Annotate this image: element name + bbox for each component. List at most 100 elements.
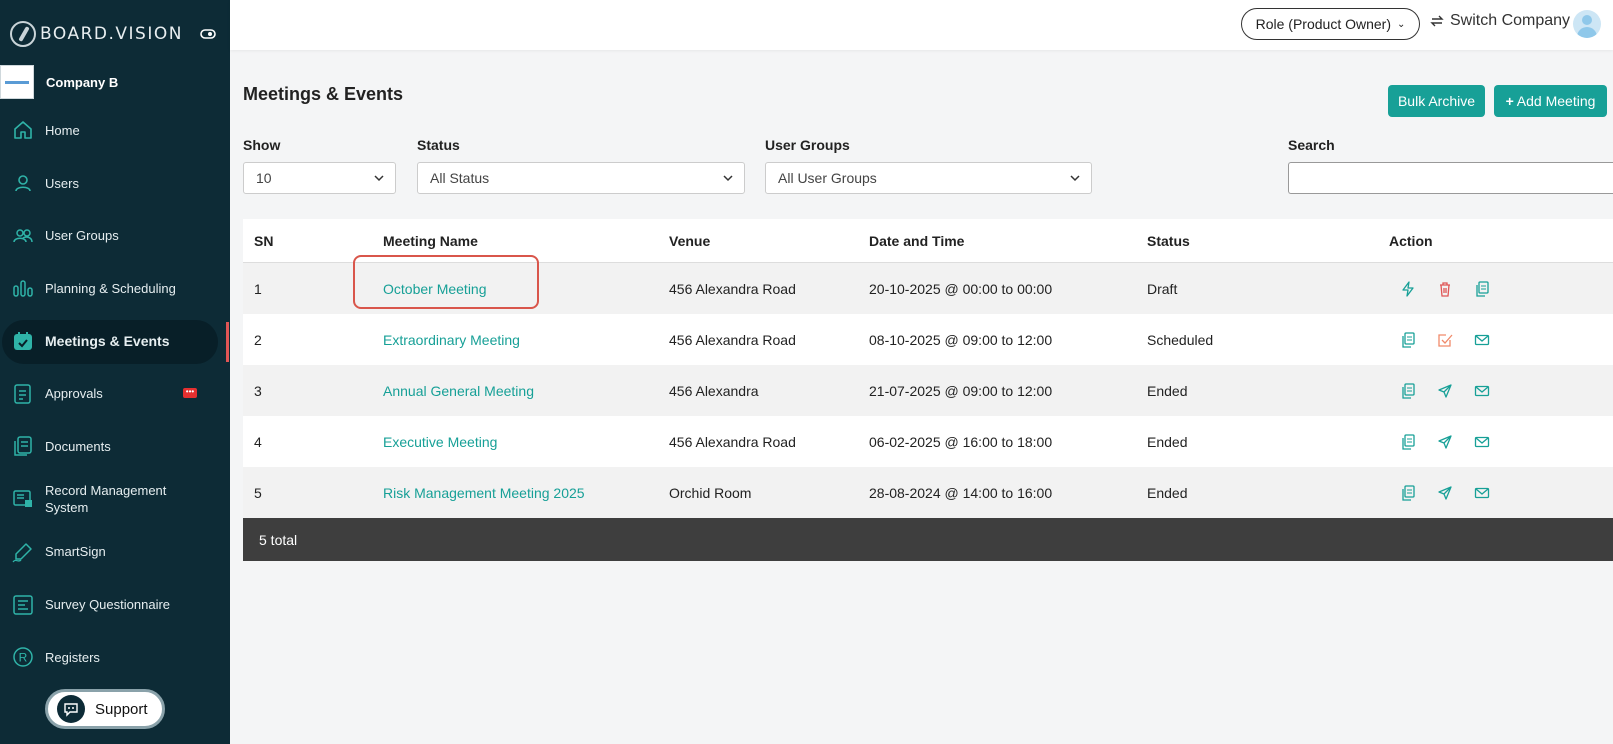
meeting-link[interactable]: Executive Meeting — [383, 434, 497, 450]
cell-sn: 2 — [254, 331, 262, 348]
sidebar-item-label: Record Management System — [45, 483, 167, 516]
status-select[interactable]: All Status — [417, 162, 745, 194]
sidebar-item-meetings[interactable]: Meetings & Events — [0, 315, 230, 368]
company-name: Company B — [46, 74, 119, 90]
switch-company-label: Switch Company — [1450, 12, 1571, 29]
cell-datetime: 20-10-2025 @ 00:00 to 00:00 — [869, 280, 1053, 297]
sidebar-item-survey[interactable]: Survey Questionnaire — [0, 578, 230, 631]
documents-icon — [14, 436, 32, 457]
user-groups-select[interactable]: All User Groups — [765, 162, 1092, 194]
copy-icon[interactable] — [1400, 484, 1416, 501]
copy-icon[interactable] — [1400, 331, 1416, 348]
sidebar-item-label: User Groups — [45, 228, 119, 244]
sidebar-item-users[interactable]: Users — [0, 157, 230, 210]
column-header[interactable]: Venue — [669, 233, 869, 249]
sidebar-item-user-groups[interactable]: User Groups — [0, 209, 230, 262]
table-header: SN Meeting Name Venue Date and Time Stat… — [243, 219, 1613, 263]
home-icon — [14, 121, 32, 140]
add-meeting-label: Add Meeting — [1516, 93, 1596, 109]
users-icon — [13, 228, 33, 242]
chevron-down-icon — [374, 175, 384, 182]
sidebar-item-documents[interactable]: Documents — [0, 420, 230, 473]
meeting-link[interactable]: Risk Management Meeting 2025 — [383, 485, 585, 501]
show-value: 10 — [256, 170, 272, 186]
brand[interactable]: BOARD.VISION — [10, 20, 183, 48]
cell-sn: 4 — [254, 433, 262, 450]
cell-actions — [1389, 484, 1613, 501]
cell-venue: 456 Alexandra Road — [669, 433, 796, 450]
cell-sn: 1 — [254, 280, 262, 297]
column-header[interactable]: Date and Time — [869, 233, 1147, 249]
registered-icon: R — [13, 647, 33, 667]
show-select[interactable]: 10 — [243, 162, 396, 194]
table-row: 4 Executive Meeting 456 Alexandra Road 0… — [243, 416, 1613, 467]
top-header: Role (Product Owner) ⌄ Switch Company — [230, 0, 1613, 50]
cell-venue: 456 Alexandra — [669, 382, 759, 399]
sidebar-item-label: Documents — [45, 438, 111, 454]
trash-icon[interactable] — [1437, 281, 1453, 297]
mail-icon[interactable] — [1474, 434, 1490, 450]
table-row: 5 Risk Management Meeting 2025 Orchid Ro… — [243, 467, 1613, 518]
cell-venue: Orchid Room — [669, 484, 752, 501]
sidebar-item-label: Planning & Scheduling — [45, 280, 176, 296]
switch-arrows-icon — [1430, 15, 1444, 27]
sidebar-item-smartsign[interactable]: SmartSign — [0, 526, 230, 579]
role-label: Role (Product Owner) — [1255, 16, 1391, 32]
cell-actions — [1389, 331, 1613, 348]
meeting-link[interactable]: October Meeting — [383, 281, 487, 297]
sidebar-item-record-management[interactable]: Record Management System — [0, 473, 230, 526]
brand-logo-icon — [10, 21, 36, 47]
meetings-table: SN Meeting Name Venue Date and Time Stat… — [243, 219, 1613, 561]
sidebar-item-home[interactable]: Home — [0, 104, 230, 157]
checkbox-edit-icon[interactable] — [1437, 332, 1453, 348]
sidebar-item-label: SmartSign — [45, 544, 106, 560]
column-header[interactable]: Status — [1147, 233, 1389, 249]
sidebar-item-label: Meetings & Events — [45, 332, 170, 349]
switch-company-button[interactable]: Switch Company — [1430, 12, 1570, 30]
chat-icon — [57, 695, 85, 723]
sidebar-item-registers[interactable]: R Registers — [0, 631, 230, 684]
column-header[interactable]: Meeting Name — [383, 233, 669, 249]
copy-icon[interactable] — [1400, 433, 1416, 450]
send-icon[interactable] — [1437, 434, 1453, 450]
send-icon[interactable] — [1437, 383, 1453, 399]
chart-bars-icon — [13, 280, 33, 298]
cell-datetime: 28-08-2024 @ 14:00 to 16:00 — [869, 484, 1053, 501]
page-title: Meetings & Events — [243, 84, 404, 104]
pen-sign-icon — [12, 543, 32, 563]
cell-name: October Meeting — [353, 254, 669, 309]
meeting-link[interactable]: Extraordinary Meeting — [383, 332, 520, 348]
copy-icon[interactable] — [1474, 280, 1490, 297]
sidebar-item-planning[interactable]: Planning & Scheduling — [0, 262, 230, 315]
support-button[interactable]: Support — [45, 689, 165, 729]
mail-icon[interactable] — [1474, 383, 1490, 399]
bulk-archive-button[interactable]: Bulk Archive — [1388, 85, 1485, 117]
send-icon[interactable] — [1437, 485, 1453, 501]
user-groups-value: All User Groups — [778, 170, 877, 186]
copy-icon[interactable] — [1400, 382, 1416, 399]
avatar[interactable] — [1573, 10, 1601, 38]
column-header[interactable]: SN — [243, 233, 383, 249]
lightning-icon[interactable] — [1400, 280, 1416, 297]
cell-status: Scheduled — [1147, 331, 1214, 348]
mail-icon[interactable] — [1474, 332, 1490, 348]
chevron-down-icon — [1070, 175, 1080, 182]
sidebar-toggle-icon[interactable] — [200, 26, 216, 42]
search-label: Search — [1288, 137, 1335, 153]
cell-actions — [1389, 280, 1613, 297]
meeting-link[interactable]: Annual General Meeting — [383, 383, 534, 399]
add-meeting-button[interactable]: + Add Meeting — [1494, 85, 1607, 117]
sidebar-item-label: Registers — [45, 649, 100, 665]
sidebar-item-label: Survey Questionnaire — [45, 597, 171, 613]
sidebar-item-label: Home — [45, 122, 80, 138]
search-input[interactable] — [1288, 162, 1613, 194]
company-selector[interactable]: Company B — [0, 64, 230, 100]
cell-status: Ended — [1147, 484, 1188, 501]
chevron-down-icon: ⌄ — [1397, 18, 1406, 30]
show-label: Show — [243, 137, 281, 153]
role-dropdown[interactable]: Role (Product Owner) ⌄ — [1241, 8, 1420, 40]
survey-icon — [13, 594, 33, 615]
sidebar-item-approvals[interactable]: Approvals ••• — [0, 367, 230, 420]
mail-icon[interactable] — [1474, 485, 1490, 501]
notification-badge: ••• — [183, 388, 197, 399]
